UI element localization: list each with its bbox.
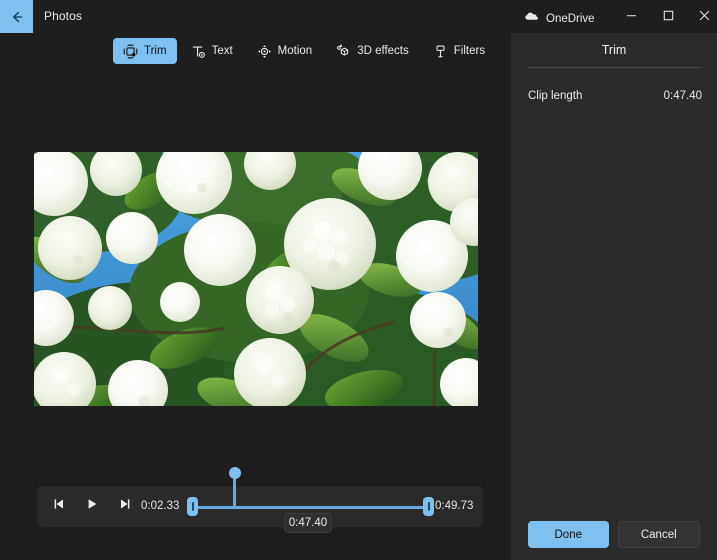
end-time-label: 0:49.73	[435, 500, 474, 512]
timeline-control-bar: 0:02.33 0:49.73	[37, 467, 483, 527]
onedrive-status: OneDrive	[524, 9, 595, 29]
playhead-knob[interactable]	[228, 467, 241, 479]
panel-divider	[528, 67, 702, 68]
maximize-button[interactable]	[651, 0, 685, 33]
filters-icon	[433, 44, 448, 59]
close-icon	[699, 8, 710, 26]
toolbar-item-motion-label: Motion	[277, 45, 313, 57]
trim-start-handle[interactable]	[187, 497, 198, 516]
app-titlebar: Photos	[0, 0, 511, 33]
clip-length-label: Clip length	[528, 90, 583, 102]
text-icon	[191, 44, 206, 59]
panel-titlebar: OneDrive	[511, 0, 717, 33]
photos-video-editor-window: Photos Trim Text Motion 3D effects Filte…	[0, 0, 717, 560]
toolbar-item-filters-label: Filters	[453, 45, 486, 57]
minimize-icon	[626, 8, 637, 26]
playhead-tooltip: 0:47.40	[284, 513, 332, 533]
clip-length-row: Clip length 0:47.40	[528, 90, 702, 102]
toolbar-item-filters[interactable]: Filters	[423, 38, 495, 64]
toolbar-item-3d-effects[interactable]: 3D effects	[326, 38, 419, 64]
toolbar-item-motion[interactable]: Motion	[247, 38, 323, 64]
video-preview-frame	[34, 152, 478, 406]
done-button[interactable]: Done	[528, 521, 609, 548]
track-selected-range	[192, 505, 426, 509]
close-button[interactable]	[687, 0, 717, 33]
edit-toolbar: Trim Text Motion 3D effects Filters	[113, 38, 495, 64]
video-preview[interactable]	[34, 152, 478, 406]
toolbar-item-trim-label: Trim	[144, 45, 167, 57]
main-editor-area: Photos Trim Text Motion 3D effects Filte…	[0, 0, 511, 560]
panel-actions: Done Cancel	[511, 521, 717, 548]
trim-side-panel: OneDrive Trim Clip length 0:47.40 Done C…	[511, 0, 717, 560]
next-frame-button[interactable]	[115, 497, 134, 516]
toolbar-item-3d-effects-label: 3D effects	[357, 45, 409, 57]
play-button[interactable]	[82, 497, 101, 516]
toolbar-item-text-label: Text	[211, 45, 233, 57]
trim-icon	[123, 44, 138, 59]
clip-length-value: 0:47.40	[663, 90, 702, 102]
minimize-button[interactable]	[614, 0, 648, 33]
play-icon	[85, 497, 99, 516]
onedrive-label: OneDrive	[546, 13, 595, 25]
toolbar-item-trim[interactable]: Trim	[113, 38, 177, 64]
back-button[interactable]	[0, 0, 33, 33]
toolbar-item-text[interactable]: Text	[181, 38, 243, 64]
previous-frame-icon	[52, 497, 66, 516]
cancel-button[interactable]: Cancel	[617, 521, 700, 548]
next-frame-icon	[118, 497, 132, 516]
cloud-icon	[524, 9, 539, 29]
current-time-label: 0:02.33	[141, 500, 180, 512]
panel-heading: Trim	[601, 43, 627, 57]
playhead[interactable]	[228, 467, 241, 507]
motion-icon	[257, 44, 272, 59]
app-title: Photos	[44, 9, 82, 23]
back-arrow-icon	[9, 9, 25, 25]
three-d-effects-icon	[336, 44, 351, 59]
previous-frame-button[interactable]	[49, 497, 68, 516]
maximize-icon	[663, 8, 674, 26]
trim-end-handle[interactable]	[423, 497, 434, 516]
